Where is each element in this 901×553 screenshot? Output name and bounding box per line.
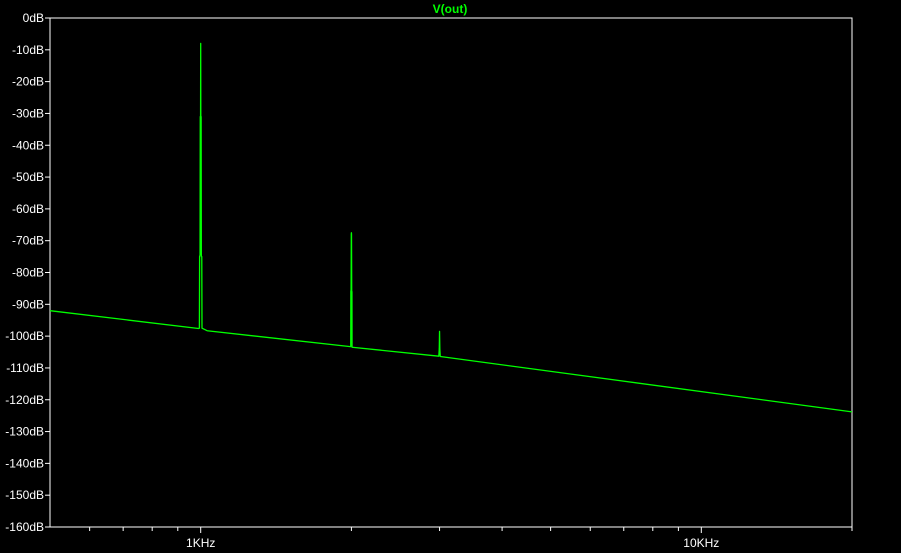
y-tick-label: -30dB (12, 106, 44, 120)
y-tick-label: -40dB (12, 138, 44, 152)
y-tick-label: -160dB (5, 520, 44, 534)
y-tick-label: -140dB (5, 456, 44, 470)
spectrum-plot: V(out) 0dB -10dB -20dB -30dB -40dB -50dB -60dB… (5, 2, 853, 550)
y-tick-label: 0dB (23, 11, 44, 25)
y-tick-label: -100dB (5, 329, 44, 343)
y-tick-label: -120dB (5, 393, 44, 407)
x-axis: 1KHz 10KHz (89, 527, 853, 550)
y-tick-label: -90dB (12, 297, 44, 311)
y-tick-label: -50dB (12, 170, 44, 184)
series-line-vout (49, 42, 853, 413)
y-tick-label: -10dB (12, 43, 44, 57)
y-tick-label: -150dB (5, 488, 44, 502)
plot-area-frame (49, 17, 853, 528)
y-tick-label: -60dB (12, 202, 44, 216)
chart-title: V(out) (433, 2, 468, 16)
x-tick-label: 1KHz (186, 536, 215, 550)
x-tick-label: 10KHz (683, 536, 719, 550)
y-tick-label: -130dB (5, 425, 44, 439)
y-tick-label: -70dB (12, 234, 44, 248)
y-tick-label: -80dB (12, 266, 44, 280)
y-axis: 0dB -10dB -20dB -30dB -40dB -50dB -60dB -70dB -8… (5, 11, 50, 534)
y-tick-label: -20dB (12, 75, 44, 89)
y-tick-label: -110dB (6, 361, 44, 375)
series-layer (49, 42, 853, 413)
